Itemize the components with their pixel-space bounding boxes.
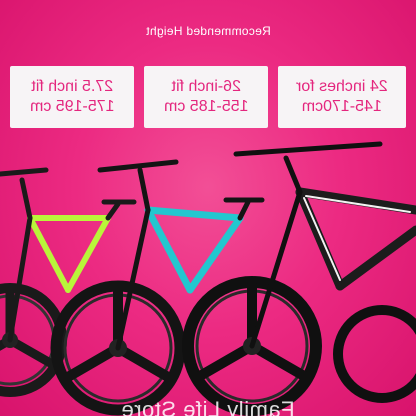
store-watermark: Family Life Store xyxy=(0,397,416,416)
size-card-27-5-text: 27.5 inch fit 175-195 cm xyxy=(29,78,115,115)
size-card-24-text: 24 inches for 145-170cm xyxy=(296,78,388,115)
heading-text: Recommended Height xyxy=(145,24,271,38)
size-card-26-text: 26-inch fit 155-185 cm xyxy=(163,78,249,115)
size-card-26: 26-inch fit 155-185 cm xyxy=(144,66,268,128)
store-watermark-text: Family Life Store xyxy=(121,397,295,416)
size-card-24: 24 inches for 145-170cm xyxy=(278,66,406,128)
right-bike xyxy=(182,141,416,416)
product-banner: Recommended Height 27.5 inch fit 175-195… xyxy=(0,0,416,416)
recommended-height-heading: Recommended Height xyxy=(0,24,416,38)
bicycles-illustration xyxy=(0,141,416,416)
size-card-27-5: 27.5 inch fit 175-195 cm xyxy=(10,66,134,128)
